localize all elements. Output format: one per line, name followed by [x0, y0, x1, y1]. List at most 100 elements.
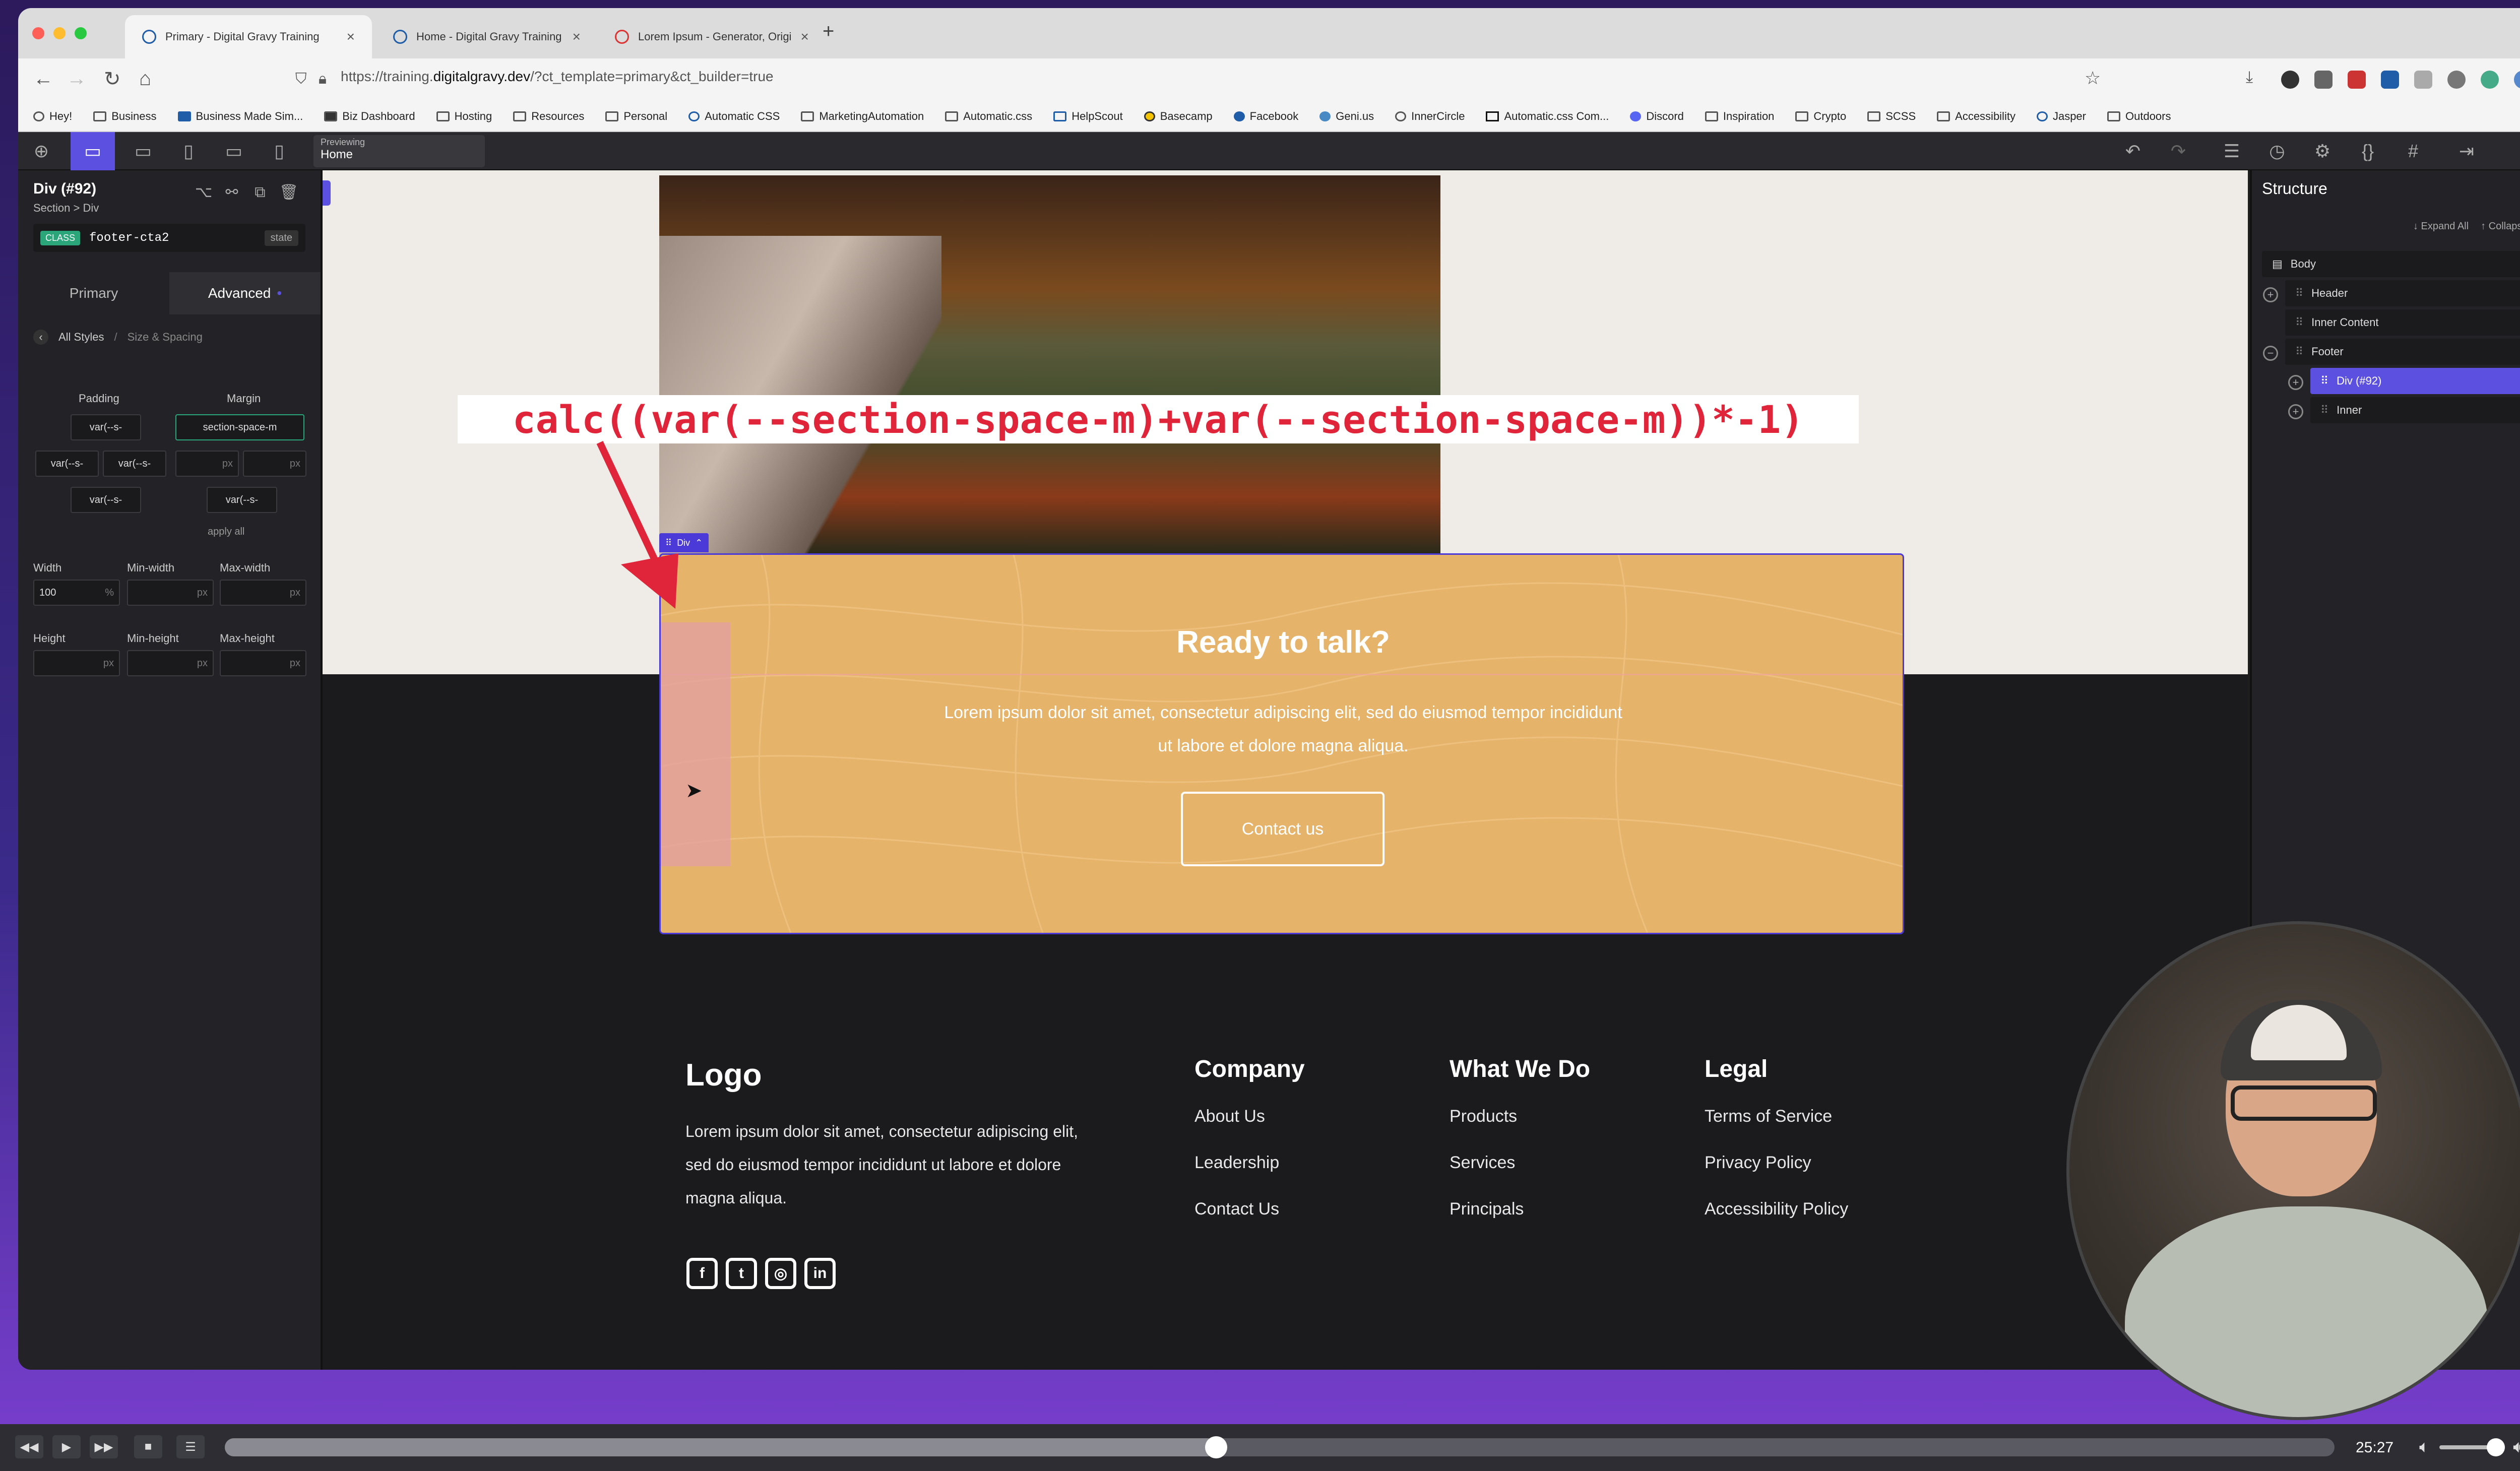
- duplicate-icon[interactable]: ⧉: [251, 183, 269, 202]
- playlist-icon[interactable]: ☰: [176, 1435, 205, 1458]
- extension-icon[interactable]: [2447, 71, 2466, 89]
- builder-canvas[interactable]: ⠿ Div ⌃ Ready to talk? Lorem ipsum dolor…: [323, 170, 2248, 1370]
- profile-icon[interactable]: [2514, 71, 2520, 89]
- footer-link-privacy[interactable]: Privacy Policy: [1705, 1153, 1811, 1173]
- forward-icon[interactable]: →: [67, 68, 87, 90]
- shield-icon[interactable]: ⛉: [295, 71, 307, 88]
- tree-item-div-92[interactable]: ⠿ Div (#92): [2310, 368, 2520, 394]
- contact-us-button[interactable]: Contact us: [1181, 792, 1384, 866]
- margin-bottom-input[interactable]: var(--s-: [207, 487, 277, 513]
- tablet-landscape-icon[interactable]: ▭: [223, 140, 245, 162]
- padding-bottom-input[interactable]: var(--s-: [71, 487, 141, 513]
- footer-link-services[interactable]: Services: [1450, 1153, 1515, 1173]
- max-width-input[interactable]: px: [220, 580, 306, 606]
- footer-link-accessibility[interactable]: Accessibility Policy: [1705, 1199, 1848, 1219]
- class-selector[interactable]: CLASS footer-cta2 state: [33, 224, 305, 252]
- margin-top-input[interactable]: section-space-m: [175, 414, 304, 440]
- padding-right-input[interactable]: var(--s-: [103, 451, 166, 477]
- drag-handle-icon[interactable]: ⠿: [2295, 316, 2303, 329]
- bookmark-item[interactable]: Facebook: [1233, 110, 1298, 123]
- facebook-icon[interactable]: f: [686, 1258, 718, 1289]
- structure-icon[interactable]: ☰: [2221, 140, 2243, 162]
- add-element-icon[interactable]: ⊕: [30, 140, 52, 162]
- extension-icon[interactable]: [2414, 71, 2432, 89]
- padding-left-input[interactable]: var(--s-: [35, 451, 99, 477]
- footer-logo[interactable]: Logo: [685, 1057, 762, 1093]
- tree-item-header[interactable]: ⠿ Header: [2285, 280, 2520, 306]
- volume-high-icon[interactable]: 🔊︎: [2513, 1437, 2520, 1457]
- code-icon[interactable]: {}: [2357, 140, 2379, 162]
- state-dropdown[interactable]: state: [264, 230, 298, 246]
- new-tab-icon[interactable]: +: [823, 20, 834, 43]
- progress-knob[interactable]: [1205, 1436, 1228, 1458]
- history-icon[interactable]: ◷: [2266, 140, 2288, 162]
- back-chevron-icon[interactable]: ‹: [33, 330, 48, 345]
- url-field[interactable]: https://training.digitalgravy.dev/?ct_te…: [341, 69, 774, 85]
- footer-link-terms[interactable]: Terms of Service: [1705, 1107, 1832, 1126]
- volume-slider[interactable]: [2439, 1438, 2505, 1456]
- extension-icon[interactable]: [2381, 71, 2399, 89]
- footer-link-leadership[interactable]: Leadership: [1194, 1153, 1279, 1173]
- volume-low-icon[interactable]: 🔈︎: [2419, 1437, 2429, 1457]
- tab-advanced-props[interactable]: Advanced •: [169, 272, 321, 314]
- bookmark-item[interactable]: HelpScout: [1053, 110, 1123, 123]
- min-height-input[interactable]: px: [127, 650, 214, 676]
- drag-handle-icon[interactable]: ⠿: [2320, 404, 2328, 417]
- min-width-input[interactable]: px: [127, 580, 214, 606]
- volume-knob[interactable]: [2487, 1438, 2505, 1456]
- add-child-icon[interactable]: +: [2288, 404, 2303, 419]
- height-input[interactable]: px: [33, 650, 120, 676]
- close-tab-icon[interactable]: ×: [800, 29, 808, 45]
- back-icon[interactable]: ←: [33, 68, 53, 90]
- chevron-up-icon[interactable]: ⌃: [695, 538, 703, 548]
- bookmark-star-icon[interactable]: ☆: [2085, 68, 2101, 89]
- extension-icon[interactable]: [2481, 71, 2499, 89]
- max-height-input[interactable]: px: [220, 650, 306, 676]
- linkedin-icon[interactable]: in: [804, 1258, 836, 1289]
- bookmark-item[interactable]: Discord: [1630, 110, 1684, 123]
- footer-link-principals[interactable]: Principals: [1450, 1199, 1524, 1219]
- expand-all-button[interactable]: ↓ Expand All: [2413, 221, 2469, 232]
- grid-icon[interactable]: #: [2402, 140, 2424, 162]
- redo-icon[interactable]: ↷: [2167, 140, 2189, 162]
- tab-lorem[interactable]: Lorem Ipsum - Generator, Origi ×: [598, 15, 820, 58]
- selected-element-label[interactable]: ⠿ Div ⌃: [659, 533, 709, 552]
- bookmark-item[interactable]: Automatic CSS: [688, 110, 780, 123]
- collapse-all-button[interactable]: ↑ Collapse All: [2481, 221, 2520, 232]
- close-window-button[interactable]: [32, 27, 44, 39]
- fast-forward-icon[interactable]: ▶▶: [90, 1435, 118, 1458]
- bookmark-item[interactable]: Automatic.css Com...: [1486, 110, 1609, 123]
- bookmark-item[interactable]: Accessibility: [1937, 110, 2015, 123]
- reload-icon[interactable]: ↻: [104, 68, 121, 91]
- laptop-view-icon[interactable]: ▭: [132, 140, 154, 162]
- drag-handle-icon[interactable]: ⠿: [665, 538, 672, 548]
- download-icon[interactable]: ⤓: [2246, 68, 2253, 87]
- tree-item-body[interactable]: ▤ Body: [2262, 251, 2520, 277]
- bookmark-item[interactable]: Business: [93, 110, 157, 123]
- bookmark-item[interactable]: Business Made Sim...: [177, 110, 303, 123]
- bookmark-item[interactable]: MarketingAutomation: [801, 110, 924, 123]
- bookmark-item[interactable]: Automatic.css: [945, 110, 1032, 123]
- twitter-icon[interactable]: t: [726, 1258, 757, 1289]
- tablet-view-icon[interactable]: ▯: [177, 140, 200, 162]
- tree-item-footer[interactable]: ⠿ Footer: [2285, 339, 2520, 365]
- extension-icon[interactable]: [2314, 71, 2333, 89]
- delete-icon[interactable]: 🗑︎: [279, 183, 298, 202]
- maximize-window-button[interactable]: [75, 27, 87, 39]
- all-styles-link[interactable]: All Styles: [58, 331, 104, 344]
- bookmark-item[interactable]: Outdoors: [2107, 110, 2171, 123]
- bookmark-item[interactable]: Resources: [513, 110, 584, 123]
- home-icon[interactable]: ⌂: [139, 68, 151, 90]
- close-tab-icon[interactable]: ×: [347, 29, 355, 45]
- mobile-view-icon[interactable]: ▯: [268, 140, 290, 162]
- tab-primary[interactable]: Primary - Digital Gravy Training ×: [125, 15, 372, 58]
- rewind-icon[interactable]: ◀◀: [15, 1435, 43, 1458]
- tree-item-inner-content[interactable]: ⠿ Inner Content: [2285, 309, 2520, 336]
- drag-handle-icon[interactable]: ⠿: [2295, 345, 2303, 358]
- footer-link-about-us[interactable]: About Us: [1194, 1107, 1265, 1126]
- tab-home[interactable]: Home - Digital Gravy Training ×: [376, 15, 598, 58]
- bookmark-item[interactable]: Hosting: [436, 110, 492, 123]
- bookmark-item[interactable]: Biz Dashboard: [324, 110, 415, 123]
- hierarchy-icon[interactable]: ⌥: [195, 183, 213, 202]
- bookmark-item[interactable]: Crypto: [1795, 110, 1846, 123]
